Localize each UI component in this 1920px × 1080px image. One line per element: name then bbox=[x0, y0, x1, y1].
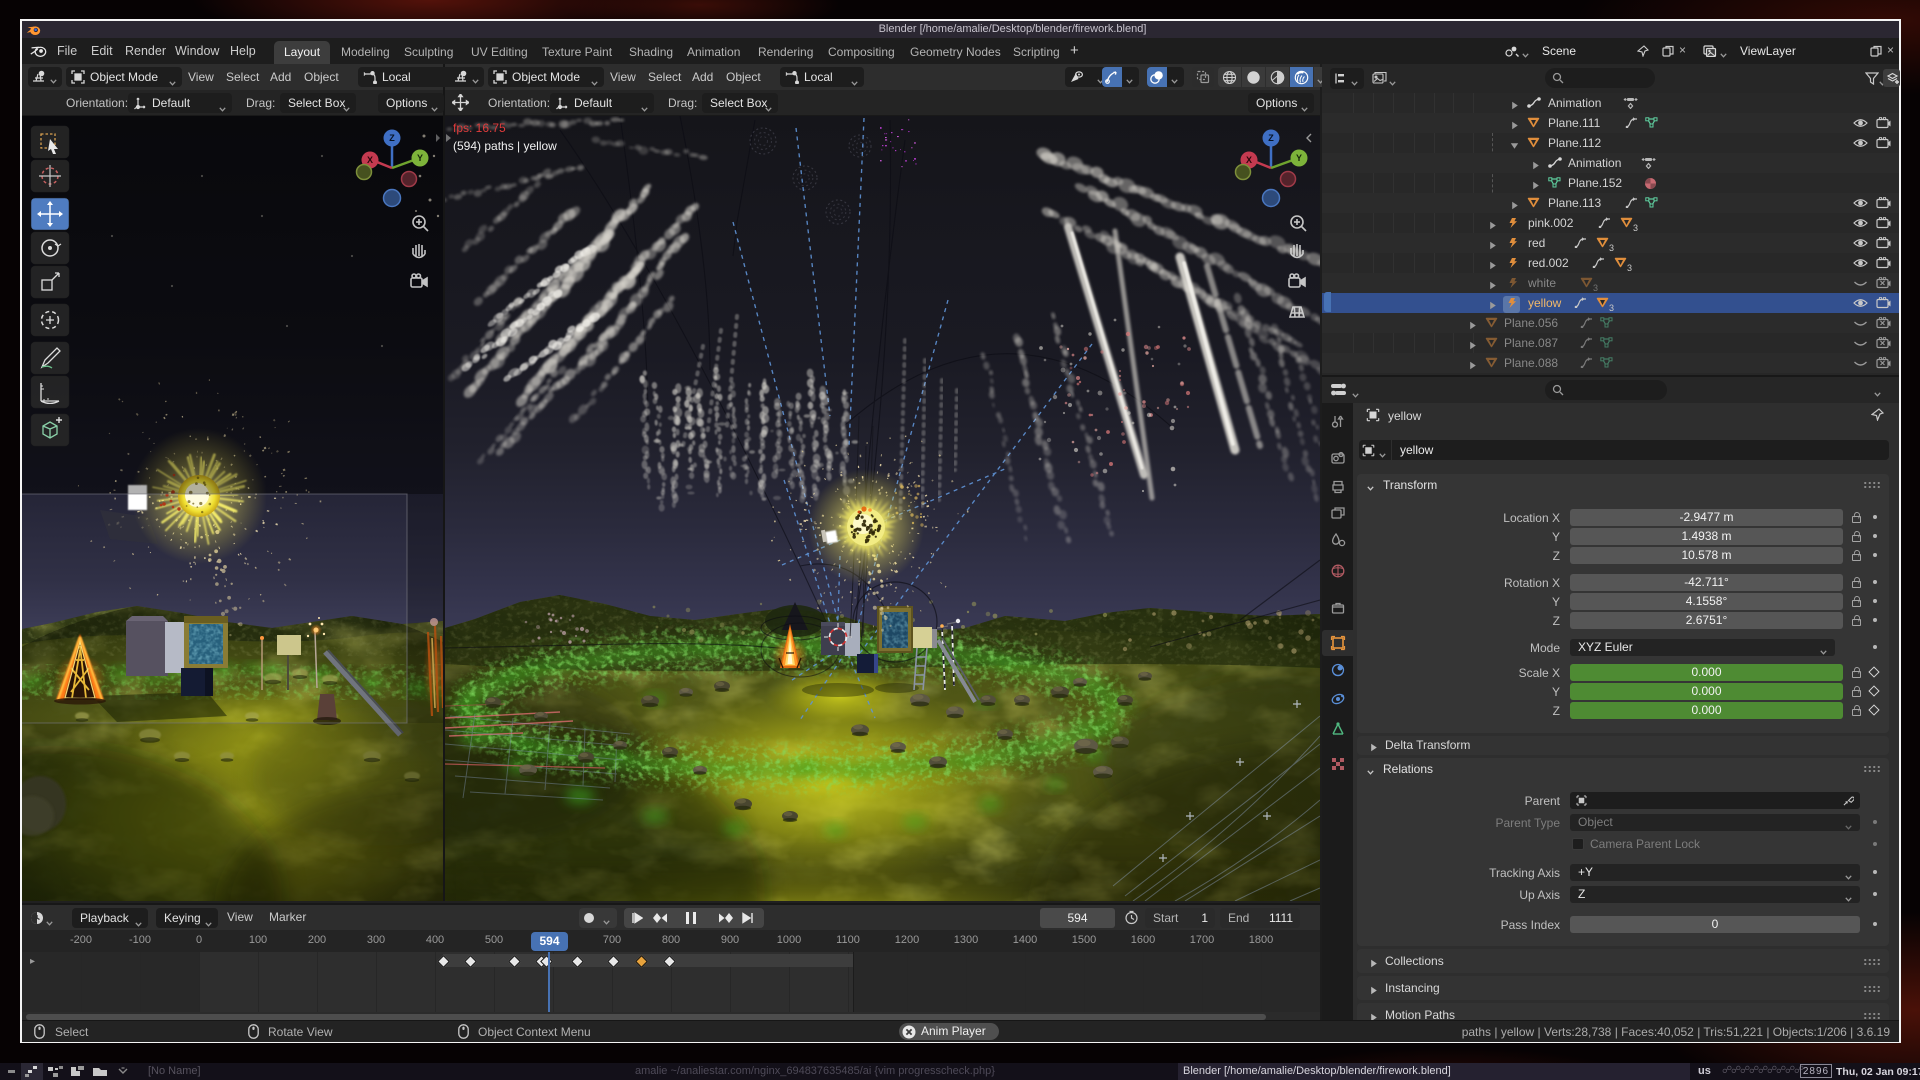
svg-text:X: X bbox=[1246, 155, 1252, 165]
svg-text:Z: Z bbox=[389, 133, 395, 143]
svg-text:Y: Y bbox=[1296, 153, 1302, 163]
svg-text:fps: 16.75: fps: 16.75 bbox=[453, 121, 506, 135]
svg-text:Z: Z bbox=[1268, 133, 1274, 143]
svg-text:Y: Y bbox=[417, 153, 423, 163]
svg-text:(594) paths | yellow: (594) paths | yellow bbox=[453, 139, 557, 153]
svg-text:X: X bbox=[367, 155, 373, 165]
